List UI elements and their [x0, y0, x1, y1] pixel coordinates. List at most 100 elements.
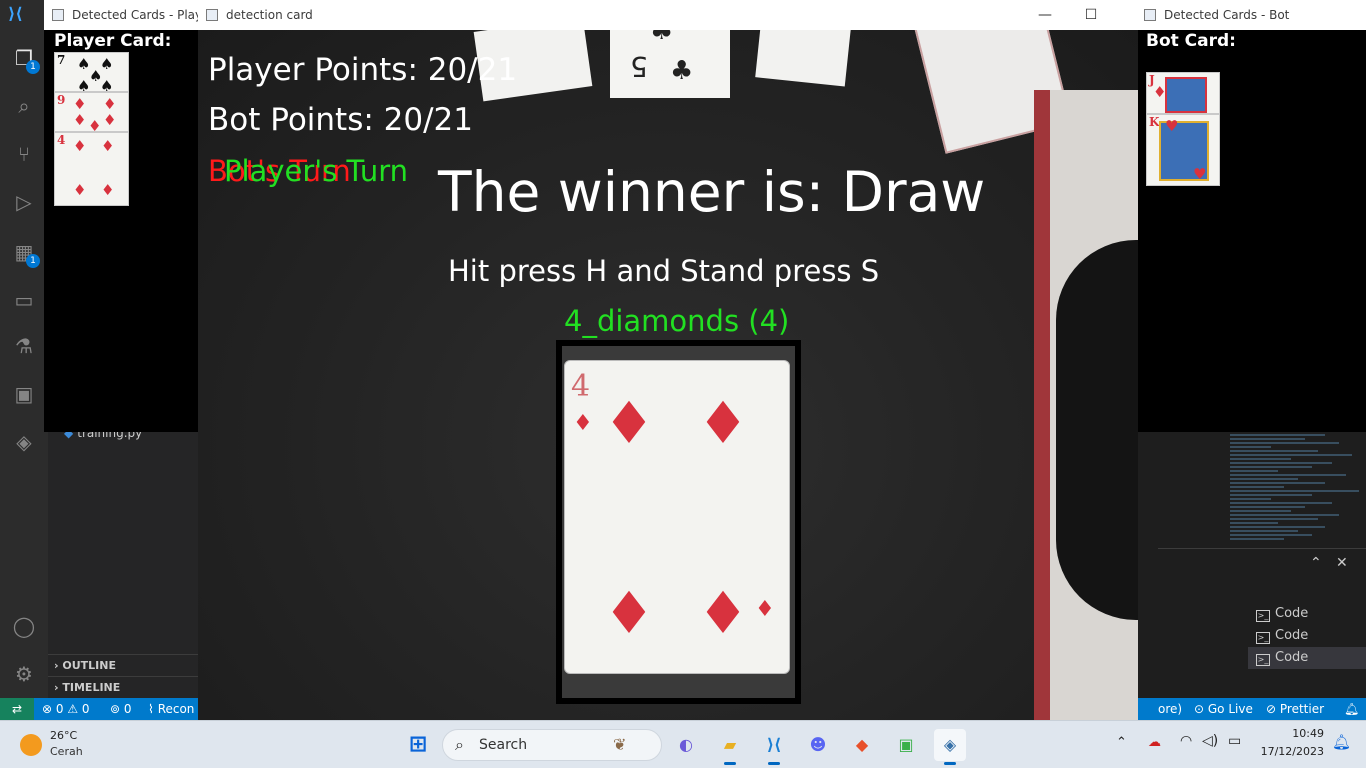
card-rank: 5 [630, 50, 648, 83]
diamond-icon: ♦ [103, 111, 117, 129]
file-explorer-icon[interactable]: ▰ [714, 729, 746, 765]
clock-date[interactable]: 17/12/2023 [1256, 745, 1324, 758]
chevron-right-icon: › [54, 659, 59, 672]
docker-icon[interactable]: ▣ [10, 380, 38, 408]
extensions-icon[interactable]: ▦ 1 [10, 238, 40, 268]
copilot-icon[interactable]: ◐ [670, 729, 702, 761]
player-card-9-diamonds: 9 ♦ ♦ ♦ ♦ ♦ [54, 92, 129, 132]
remote-status[interactable]: ⌇ Recon [148, 698, 194, 720]
error-count: 0 [55, 702, 64, 716]
show-hidden-icons-chevron-icon[interactable]: ⌃ [1116, 735, 1127, 750]
bot-card-king-hearts: K ♥ ♥ [1146, 114, 1220, 186]
detected-card: 4 ♦ ♦ ♦ ♦ ♦ ♦ [564, 360, 790, 674]
terminal-icon: >_ [1256, 654, 1270, 666]
start-windows-icon[interactable]: ⊞ [402, 729, 434, 761]
background-card [755, 30, 851, 87]
python-taskbar-icon[interactable]: ◈ [934, 729, 966, 765]
outline-label: OUTLINE [62, 659, 116, 672]
android-studio-icon[interactable]: ▣ [890, 729, 922, 761]
problems-status[interactable]: ⊗ 0 ⚠ 0 [42, 698, 90, 720]
account-icon[interactable]: ◯ [10, 612, 38, 640]
chevron-up-icon[interactable]: ⌃ [1310, 555, 1322, 571]
settings-gear-icon[interactable]: ⚙ [10, 660, 38, 688]
terminal-icon: >_ [1256, 632, 1270, 644]
bot-cards-window: Detected Cards - Bot Bot Card: J ♦ K ♥ ♥ [1136, 0, 1366, 432]
weather-desc[interactable]: Cerah [50, 745, 83, 758]
taskbar-search[interactable]: ⌕ Search ❦ [442, 729, 662, 761]
player-card-label: Player Card: [54, 31, 172, 51]
terminal-icon: >_ [1256, 610, 1270, 622]
volume-icon[interactable]: ◁) [1202, 733, 1218, 749]
chevron-right-icon: › [54, 681, 59, 694]
discord-icon[interactable]: ☻ [802, 729, 834, 761]
remote-label: Recon [157, 702, 195, 716]
go-live-button[interactable]: ⊙ Go Live [1194, 698, 1253, 720]
detection-bounding-box: 4 ♦ ♦ ♦ ♦ ♦ ♦ [556, 340, 801, 704]
detection-window: detection card — ☐ 5 ♣ ♣ 4 ♦ ♦ ♦ ♦ ♦ ♦ P… [198, 0, 1138, 720]
minimap[interactable] [1230, 428, 1366, 546]
clock-time[interactable]: 10:49 [1262, 727, 1324, 740]
ports-status[interactable]: ⊚ 0 [110, 698, 132, 720]
explorer-icon[interactable]: ❐ 1 [10, 44, 40, 74]
maximize-button[interactable]: ☐ [1068, 0, 1114, 30]
close-panel-icon[interactable]: ✕ [1336, 555, 1348, 571]
diamond-icon: ♦ [697, 579, 749, 647]
source-control-icon[interactable]: ⑂ [10, 140, 38, 168]
network-error-icon[interactable]: ☁ [1148, 735, 1161, 750]
notification-bell-icon[interactable]: 🔔︎ [1332, 733, 1351, 751]
player-card-7-spades: 7 ♠ ♠ ♠ ♠ ♠ [54, 52, 129, 92]
status-partial[interactable]: ore) [1158, 698, 1182, 720]
player-card-4-diamonds: 4 ♦ ♦ ♦ ♦ [54, 132, 129, 206]
diamond-icon: ♦ [73, 181, 87, 199]
window-app-icon [1144, 9, 1156, 21]
weather-sun-icon[interactable] [20, 734, 42, 756]
minimize-button[interactable]: — [1022, 0, 1068, 30]
brave-icon[interactable]: ◆ [846, 729, 878, 761]
notifications-bell-icon[interactable]: 🔔︎ [1344, 698, 1359, 720]
terminal-item[interactable]: >_ Code [1248, 625, 1366, 647]
vscode-taskbar-icon[interactable]: ⟩⟨ [758, 729, 790, 765]
player-window-titlebar[interactable]: Detected Cards - Player [44, 0, 208, 30]
diamond-icon: ♦ [101, 137, 115, 155]
window-app-icon [206, 9, 218, 21]
bot-card-jack-diamonds: J ♦ [1146, 72, 1220, 114]
remote-explorer-icon[interactable]: ▭ [10, 286, 38, 314]
heart-icon: ♥ [1165, 117, 1179, 135]
diamond-icon: ♦ [73, 111, 87, 129]
bot-window-titlebar[interactable]: Detected Cards - Bot [1136, 0, 1366, 30]
vscode-logo-icon: ⟩⟨ [8, 4, 23, 23]
bot-window-title: Detected Cards - Bot [1164, 8, 1290, 22]
weather-temp[interactable]: 26°C [50, 729, 77, 742]
terminal-item[interactable]: >_ Code [1248, 603, 1366, 625]
window-app-icon [52, 9, 64, 21]
search-highlight-bird-icon: ❦ [613, 735, 627, 754]
outline-section[interactable]: › OUTLINE [48, 654, 198, 676]
terminal-label: Code [1275, 606, 1309, 621]
diamond-icon: ♦ [603, 579, 655, 647]
card-rank: 4 [571, 369, 591, 404]
run-debug-icon[interactable]: ▷ [10, 188, 38, 216]
diamond-icon: ♦ [1153, 83, 1167, 101]
warning-count: 0 [81, 702, 90, 716]
winner-text: The winner is: Draw [438, 160, 986, 224]
timeline-label: TIMELINE [62, 681, 121, 694]
wifi-icon[interactable]: ◠ [1180, 733, 1192, 749]
diamond-icon: ♦ [573, 411, 593, 436]
mat-edge [1034, 90, 1050, 720]
prettier-button[interactable]: ⊘ Prettier [1266, 698, 1324, 720]
remote-indicator-icon[interactable]: ⇄ [0, 698, 34, 720]
testing-icon[interactable]: ⚗ [10, 332, 38, 360]
terminal-list: >_ Code >_ Code >_ Code [1158, 582, 1366, 698]
search-icon: ⌕ [455, 735, 464, 754]
detection-window-title: detection card [226, 8, 313, 22]
card-rank: 7 [57, 53, 66, 67]
card-rank: 9 [57, 93, 66, 107]
bot-card-label: Bot Card: [1146, 31, 1236, 51]
python-icon[interactable]: ◈ [10, 428, 38, 456]
timeline-section[interactable]: › TIMELINE [48, 676, 198, 698]
terminal-item-selected[interactable]: >_ Code [1248, 647, 1366, 669]
search-icon[interactable]: ⌕ [10, 92, 38, 120]
terminal-label: Code [1275, 650, 1309, 665]
battery-icon[interactable]: ▭ [1228, 733, 1241, 749]
detection-window-titlebar[interactable]: detection card — ☐ [198, 0, 1138, 30]
